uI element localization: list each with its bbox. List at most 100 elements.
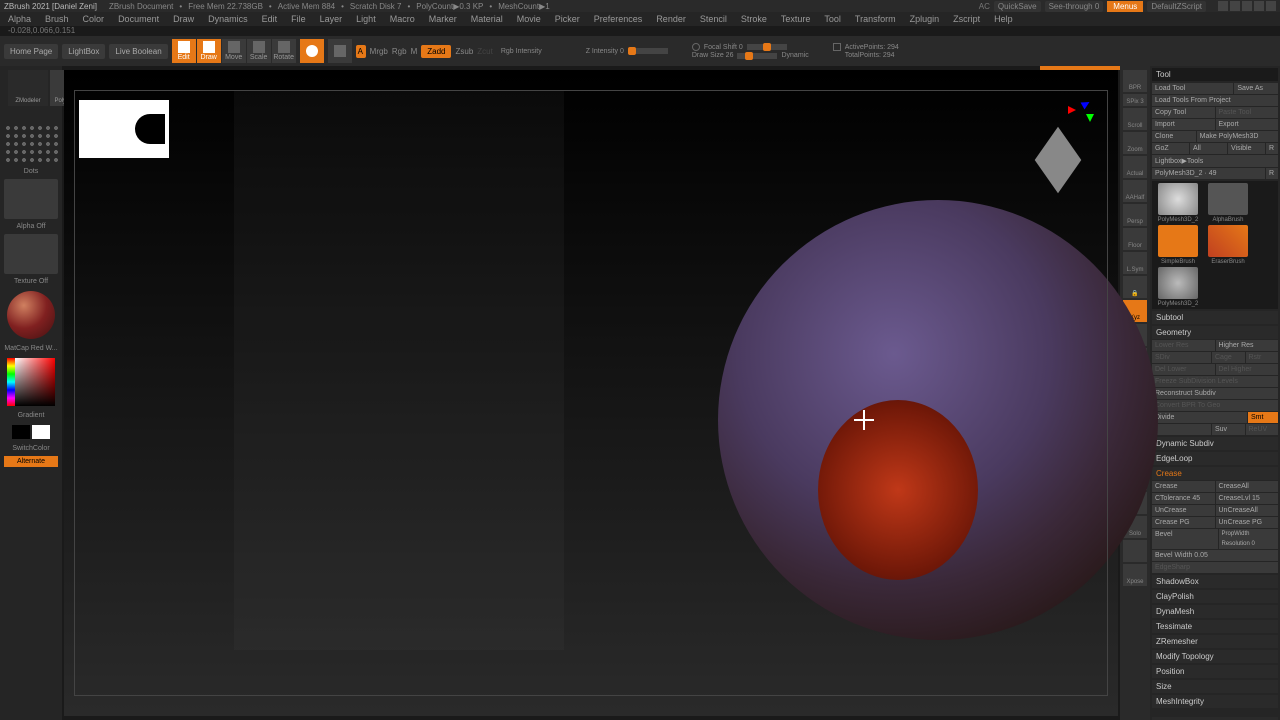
color-swatch-white[interactable] bbox=[32, 425, 50, 439]
rgb-button[interactable]: Rgb bbox=[392, 47, 407, 56]
crease-section[interactable]: Crease bbox=[1152, 467, 1278, 480]
menu-layer[interactable]: Layer bbox=[320, 14, 343, 24]
menu-zscript[interactable]: Zscript bbox=[953, 14, 980, 24]
modtopo-section[interactable]: Modify Topology bbox=[1152, 650, 1278, 663]
menu-transform[interactable]: Transform bbox=[855, 14, 896, 24]
bevel-button[interactable]: Bevel bbox=[1152, 529, 1218, 549]
quicksave-button[interactable]: QuickSave bbox=[994, 1, 1041, 12]
liveboolean-button[interactable]: Live Boolean bbox=[109, 44, 167, 59]
zmodeler-thumb[interactable]: ZModeler bbox=[8, 70, 48, 106]
menu-texture[interactable]: Texture bbox=[781, 14, 811, 24]
color-swatch-black[interactable] bbox=[12, 425, 30, 439]
del-higher-button[interactable]: Del Higher bbox=[1216, 364, 1279, 375]
switchcolor-label[interactable]: SwitchColor bbox=[4, 445, 58, 452]
tessimate-section[interactable]: Tessimate bbox=[1152, 620, 1278, 633]
lsym-button[interactable]: L.Sym bbox=[1123, 252, 1147, 274]
zadd-button[interactable]: Zadd bbox=[421, 45, 451, 58]
scale-mode-button[interactable]: Scale bbox=[247, 39, 271, 63]
xpose-button[interactable]: Xpose bbox=[1123, 564, 1147, 586]
sculptris-button[interactable] bbox=[328, 39, 352, 63]
dynsubdiv-section[interactable]: Dynamic Subdiv bbox=[1152, 437, 1278, 450]
alpha-thumb[interactable] bbox=[4, 179, 58, 219]
freeze-subdiv-button[interactable]: Freeze SubDivision Levels bbox=[1152, 376, 1278, 387]
make-polymesh-button[interactable]: Make PolyMesh3D bbox=[1197, 131, 1278, 142]
zsub-button[interactable]: Zsub bbox=[455, 47, 473, 56]
stroke-thumb[interactable] bbox=[4, 124, 58, 164]
crease-all-button[interactable]: CreaseAll bbox=[1216, 481, 1279, 492]
menu-color[interactable]: Color bbox=[83, 14, 105, 24]
current-tool[interactable]: PolyMesh3D_2 · 49 bbox=[1152, 168, 1265, 179]
z-intensity-slider[interactable]: Z Intensity 0 bbox=[586, 48, 624, 55]
suv-button[interactable]: Suv bbox=[1212, 424, 1245, 435]
zoom-button[interactable]: Zoom bbox=[1123, 132, 1147, 154]
persp-button[interactable]: Persp bbox=[1123, 204, 1147, 226]
load-project-button[interactable]: Load Tools From Project bbox=[1152, 95, 1278, 106]
load-tool-button[interactable]: Load Tool bbox=[1152, 83, 1233, 94]
spix-button[interactable]: SPix 3 bbox=[1123, 94, 1147, 106]
copy-tool-button[interactable]: Copy Tool bbox=[1152, 107, 1215, 118]
menu-draw[interactable]: Draw bbox=[173, 14, 194, 24]
axis-gizmo[interactable] bbox=[1068, 100, 1108, 140]
menu-alpha[interactable]: Alpha bbox=[8, 14, 31, 24]
shadowbox-section[interactable]: ShadowBox bbox=[1152, 575, 1278, 588]
lightbox-tools-button[interactable]: Lightbox▶Tools bbox=[1152, 155, 1278, 167]
del-lower-button[interactable]: Del Lower bbox=[1152, 364, 1215, 375]
menu-dynamics[interactable]: Dynamics bbox=[208, 14, 248, 24]
dynamesh-section[interactable]: DynaMesh bbox=[1152, 605, 1278, 618]
move-mode-button[interactable]: Move bbox=[222, 39, 246, 63]
edgeloop-section[interactable]: EdgeLoop bbox=[1152, 452, 1278, 465]
gradient-label[interactable]: Gradient bbox=[4, 412, 58, 419]
default-script[interactable]: DefaultZScript bbox=[1147, 1, 1206, 12]
crease-pg-button[interactable]: Crease PG bbox=[1152, 517, 1215, 528]
menu-tool[interactable]: Tool bbox=[824, 14, 841, 24]
mesh-object[interactable] bbox=[718, 200, 1158, 640]
menu-preferences[interactable]: Preferences bbox=[594, 14, 643, 24]
uncrease-all-button[interactable]: UnCreaseAll bbox=[1216, 505, 1279, 516]
subtool-section[interactable]: Subtool bbox=[1152, 311, 1278, 324]
edit-mode-button[interactable]: Edit bbox=[172, 39, 196, 63]
menu-brush[interactable]: Brush bbox=[45, 14, 69, 24]
alternate-button[interactable]: Alternate bbox=[4, 456, 58, 467]
menu-material[interactable]: Material bbox=[471, 14, 503, 24]
actual-button[interactable]: Actual bbox=[1123, 156, 1147, 178]
size-section[interactable]: Size bbox=[1152, 680, 1278, 693]
home-button[interactable]: Home Page bbox=[4, 44, 58, 59]
goz-button[interactable]: GoZ bbox=[1152, 143, 1189, 154]
menu-picker[interactable]: Picker bbox=[555, 14, 580, 24]
all-button[interactable]: All bbox=[1190, 143, 1227, 154]
tool-thumbnails[interactable]: PolyMesh3D_2 AlphaBrush SimpleBrush Eras… bbox=[1152, 181, 1278, 309]
viewport[interactable] bbox=[64, 70, 1118, 716]
bpr-button[interactable]: BPR bbox=[1123, 70, 1147, 92]
color-picker[interactable] bbox=[7, 358, 55, 406]
edgesharp-slider[interactable]: EdgeSharp bbox=[1152, 562, 1278, 573]
menu-document[interactable]: Document bbox=[118, 14, 159, 24]
menus-button[interactable]: Menus bbox=[1107, 1, 1143, 12]
higher-res-button[interactable]: Higher Res bbox=[1216, 340, 1279, 351]
crease-button[interactable]: Crease bbox=[1152, 481, 1215, 492]
floor-button[interactable]: Floor bbox=[1123, 228, 1147, 250]
menu-marker[interactable]: Marker bbox=[429, 14, 457, 24]
geometry-section[interactable]: Geometry bbox=[1152, 326, 1278, 339]
clone-button[interactable]: Clone bbox=[1152, 131, 1196, 142]
claypolish-section[interactable]: ClayPolish bbox=[1152, 590, 1278, 603]
draw-size-slider[interactable]: Draw Size 26 bbox=[692, 52, 734, 59]
uncrease-button[interactable]: UnCrease bbox=[1152, 505, 1215, 516]
r-button[interactable]: R bbox=[1266, 143, 1278, 154]
import-button[interactable]: Import bbox=[1152, 119, 1215, 130]
reconstruct-button[interactable]: Reconstruct Subdiv bbox=[1152, 388, 1278, 399]
bevel-width-slider[interactable]: Bevel Width 0.05 bbox=[1152, 550, 1278, 561]
menu-file[interactable]: File bbox=[291, 14, 306, 24]
mrgb-button[interactable]: Mrgb bbox=[370, 47, 388, 56]
uncrease-pg-button[interactable]: UnCrease PG bbox=[1216, 517, 1279, 528]
aahalf-button[interactable]: AAHalf bbox=[1123, 180, 1147, 202]
blank-button[interactable] bbox=[1123, 540, 1147, 562]
menu-macro[interactable]: Macro bbox=[390, 14, 415, 24]
reuv-button[interactable]: ReUV bbox=[1246, 424, 1279, 435]
scroll-button[interactable]: Scroll bbox=[1123, 108, 1147, 130]
spotlight-thumb[interactable] bbox=[79, 100, 169, 158]
ctolerance-slider[interactable]: CTolerance 45 bbox=[1152, 493, 1215, 504]
visible-button[interactable]: Visible bbox=[1228, 143, 1265, 154]
dynamic-label[interactable]: Dynamic bbox=[781, 52, 808, 59]
meshint-section[interactable]: MeshIntegrity bbox=[1152, 695, 1278, 708]
rotate-mode-button[interactable]: Rotate bbox=[272, 39, 296, 63]
